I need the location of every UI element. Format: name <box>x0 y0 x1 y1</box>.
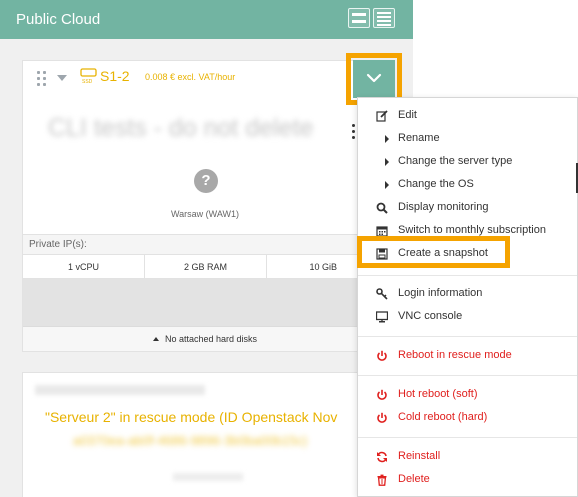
triangle-right-icon <box>385 158 389 166</box>
more-options-icon[interactable] <box>352 124 355 140</box>
menu-item-label: Login information <box>398 287 483 299</box>
svg-text:SSD: SSD <box>82 79 93 84</box>
menu-item-change-server-type[interactable]: Change the server type <box>358 152 577 172</box>
chevron-down-icon[interactable] <box>57 75 67 81</box>
menu-item-delete[interactable]: Delete <box>358 470 577 490</box>
monitor-icon <box>376 311 388 323</box>
trash-icon <box>377 474 387 486</box>
private-ip-row: Private IP(s): <box>23 234 387 255</box>
triangle-right-icon <box>385 181 389 189</box>
spec-vcpu: 1 vCPU <box>23 255 145 279</box>
menu-item-label: Reinstall <box>398 450 441 462</box>
menu-item-change-os[interactable]: Change the OS <box>358 175 577 195</box>
help-icon: ? <box>194 169 218 193</box>
menu-divider <box>358 375 577 376</box>
region-label: Warsaw (WAW1) <box>171 209 239 219</box>
actions-menu: Edit Rename Change the server type Chang… <box>357 97 578 497</box>
server-price: 0.008 € excl. VAT/hour <box>145 72 236 82</box>
menu-item-reboot-rescue[interactable]: Reboot in rescue mode <box>358 346 577 366</box>
server-name[interactable]: S1-2 <box>100 68 130 84</box>
menu-divider <box>358 275 577 276</box>
menu-item-label: Change the OS <box>398 178 474 190</box>
ssd-icon: SSD <box>80 68 97 84</box>
triangle-up-icon <box>152 337 159 341</box>
triangle-right-icon <box>385 135 389 143</box>
key-icon <box>376 288 388 300</box>
list-view-toggle-icon[interactable] <box>373 8 395 28</box>
menu-item-cold-reboot[interactable]: Cold reboot (hard) <box>358 408 577 428</box>
menu-item-label: Reboot in rescue mode <box>398 349 512 361</box>
menu-item-display-monitoring[interactable]: Display monitoring <box>358 198 577 218</box>
menu-divider <box>358 336 577 337</box>
edit-icon <box>376 110 388 122</box>
rescue-mode-id: a0370ea-ab0f-4686-9896-3b0ba00b15c) <box>73 433 308 448</box>
refresh-icon <box>377 451 387 463</box>
disks-footer[interactable]: No attached hard disks <box>23 326 387 351</box>
disks-footer-label: No attached hard disks <box>164 334 258 344</box>
server-card: SSD S1-2 0.008 € excl. VAT/hour CLI test… <box>22 60 387 352</box>
menu-item-label: Cold reboot (hard) <box>398 411 488 423</box>
menu-item-hot-reboot[interactable]: Hot reboot (soft) <box>358 385 577 405</box>
menu-item-label: Switch to monthly subscription <box>398 224 546 236</box>
drag-handle-icon[interactable] <box>37 71 47 87</box>
server-card-2: "Serveur 2" in rescue mode (ID Openstack… <box>22 372 386 497</box>
menu-divider <box>358 437 577 438</box>
blurred-footer <box>173 473 243 481</box>
create-snapshot-highlight <box>357 236 510 268</box>
menu-item-label: Edit <box>398 109 417 121</box>
spec-ram: 2 GB RAM <box>145 255 267 279</box>
menu-item-edit[interactable]: Edit <box>358 106 577 126</box>
power-icon <box>377 412 387 423</box>
specs-row: 1 vCPU 2 GB RAM 10 GiB <box>23 255 387 279</box>
menu-item-label: Rename <box>398 132 440 144</box>
menu-item-vnc-console[interactable]: VNC console <box>358 307 577 327</box>
search-icon <box>376 202 388 214</box>
private-ip-label: Private IP(s): <box>29 239 87 250</box>
app-header: Public Cloud <box>0 0 413 39</box>
rescue-mode-message: "Serveur 2" in rescue mode (ID Openstack… <box>45 409 338 425</box>
page-title: Public Cloud <box>16 11 101 28</box>
menu-item-label: Hot reboot (soft) <box>398 388 478 400</box>
blurred-header <box>35 385 205 395</box>
server-display-name: CLI tests - do not delete <box>48 114 314 142</box>
menu-item-rename[interactable]: Rename <box>358 129 577 149</box>
power-icon <box>377 389 387 400</box>
power-icon <box>377 350 387 361</box>
menu-item-label: VNC console <box>398 310 463 322</box>
menu-item-label: Delete <box>398 473 430 485</box>
menu-item-login-information[interactable]: Login information <box>358 284 577 304</box>
large-view-toggle-icon[interactable] <box>348 8 370 28</box>
menu-item-label: Display monitoring <box>398 201 489 213</box>
menu-item-label: Change the server type <box>398 155 513 167</box>
menu-item-reinstall[interactable]: Reinstall <box>358 447 577 467</box>
disks-area <box>23 279 387 326</box>
